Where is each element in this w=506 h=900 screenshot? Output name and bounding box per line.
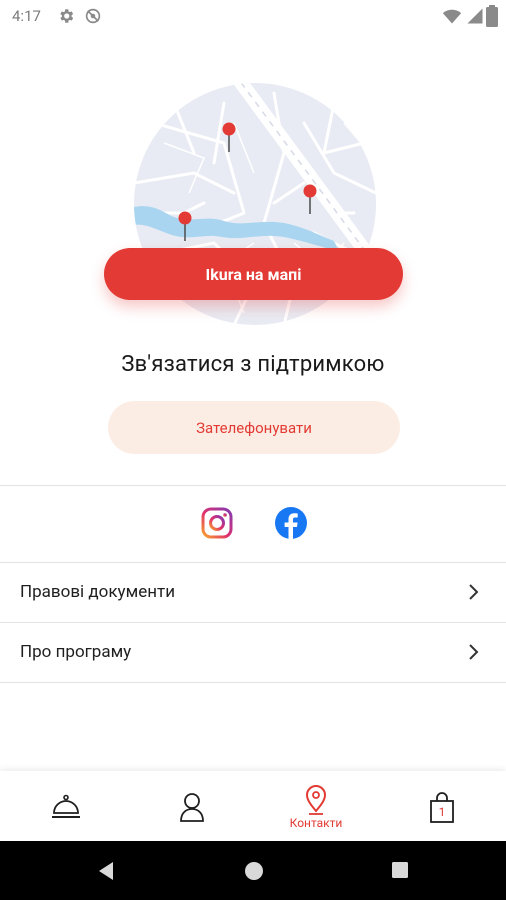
nav-label-contacts: Контакти bbox=[289, 816, 343, 830]
settings-icon bbox=[60, 9, 74, 23]
chevron-right-icon bbox=[469, 584, 479, 600]
nav-item-profile[interactable] bbox=[129, 771, 255, 841]
bottom-nav: Контакти 1 bbox=[0, 771, 506, 841]
instagram-icon[interactable] bbox=[200, 506, 234, 540]
divider bbox=[0, 485, 506, 486]
status-bar: 4:17 bbox=[0, 0, 506, 32]
menu-item-legal-documents[interactable]: Правові документи bbox=[0, 563, 506, 623]
nav-item-contacts[interactable]: Контакти bbox=[253, 771, 379, 841]
cloche-icon bbox=[52, 794, 80, 818]
location-pin-icon bbox=[305, 785, 327, 815]
signal-icon bbox=[467, 8, 483, 24]
wifi-icon bbox=[442, 9, 462, 24]
facebook-icon[interactable] bbox=[274, 506, 308, 540]
map-pin-icon bbox=[303, 184, 317, 214]
support-title: Зв'язатися з підтримкою bbox=[121, 352, 385, 377]
map-pin-icon bbox=[222, 122, 236, 152]
menu-item-label: Правові документи bbox=[20, 582, 176, 602]
map-pin-icon bbox=[178, 211, 192, 241]
nav-item-menu[interactable] bbox=[3, 771, 129, 841]
home-icon[interactable] bbox=[244, 861, 264, 881]
map-button[interactable]: Ikura на мапі bbox=[104, 248, 403, 300]
system-nav-bar bbox=[0, 841, 506, 900]
menu-item-label: Про програму bbox=[20, 642, 132, 662]
menu-item-about[interactable]: Про програму bbox=[0, 623, 506, 683]
back-icon[interactable] bbox=[96, 861, 116, 881]
status-time: 4:17 bbox=[12, 7, 41, 25]
sync-off-icon bbox=[85, 8, 101, 24]
divider bbox=[0, 682, 506, 683]
cart-badge: 1 bbox=[438, 805, 446, 819]
nav-item-cart[interactable]: 1 bbox=[379, 771, 505, 841]
battery-icon bbox=[486, 5, 498, 27]
chevron-right-icon bbox=[469, 644, 479, 660]
call-button[interactable]: Зателефонувати bbox=[108, 401, 400, 454]
profile-icon bbox=[180, 793, 204, 822]
recents-icon[interactable] bbox=[391, 861, 409, 879]
